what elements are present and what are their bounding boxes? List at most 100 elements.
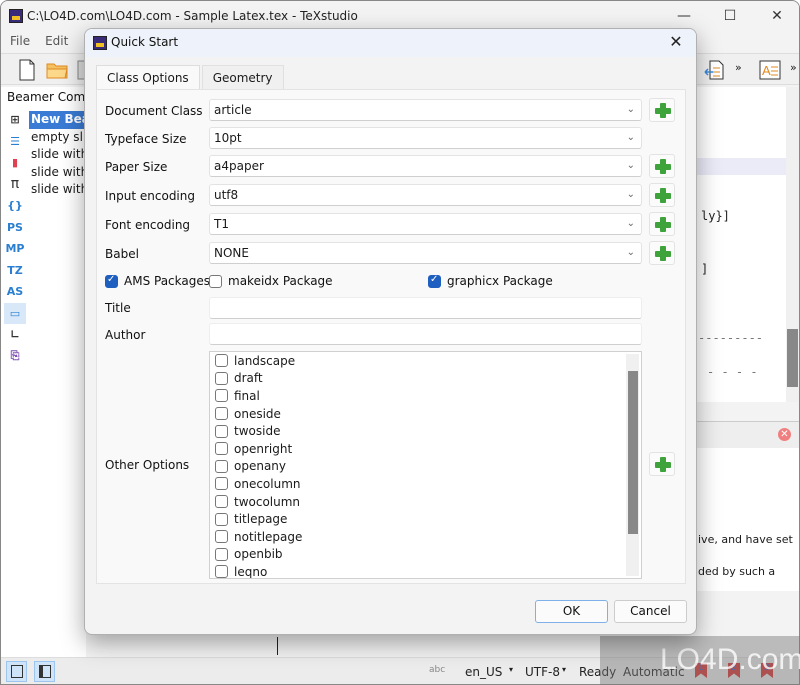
checkbox-unchecked[interactable] bbox=[215, 354, 228, 368]
asymptote-icon[interactable]: AS bbox=[4, 281, 26, 303]
close-panel-icon[interactable]: ✕ bbox=[778, 428, 791, 441]
maximize-button[interactable]: ☐ bbox=[707, 1, 753, 31]
math-symbols-icon[interactable]: π bbox=[4, 174, 26, 196]
toolbar-overflow-2[interactable]: » bbox=[790, 61, 797, 74]
checkbox-checked[interactable] bbox=[105, 274, 118, 288]
bookmark-icon[interactable]: ▮ bbox=[4, 152, 26, 174]
menu-edit[interactable]: Edit bbox=[45, 34, 68, 48]
editor-scrollbar-thumb[interactable] bbox=[787, 329, 798, 387]
checkbox-unchecked[interactable] bbox=[215, 407, 228, 421]
ams-packages-checkbox[interactable]: AMS Packages bbox=[105, 274, 210, 288]
list-item[interactable]: slide with enumerate bbox=[29, 146, 89, 164]
close-window-button[interactable]: ✕ bbox=[754, 1, 799, 31]
checkbox-unchecked[interactable] bbox=[215, 371, 228, 385]
add-document-class-button[interactable] bbox=[649, 98, 675, 122]
option-onecolumn[interactable]: onecolumn bbox=[210, 475, 641, 493]
language-selector[interactable]: en_US bbox=[465, 665, 502, 679]
insert-document-icon[interactable] bbox=[703, 58, 727, 82]
ok-button[interactable]: OK bbox=[535, 600, 608, 623]
menu-file[interactable]: File bbox=[10, 34, 30, 48]
svg-text:A: A bbox=[762, 63, 771, 78]
option-openright[interactable]: openright bbox=[210, 440, 641, 458]
checkbox-unchecked[interactable] bbox=[215, 389, 228, 403]
option-label: notitlepage bbox=[234, 529, 303, 544]
toggle-messages-button[interactable] bbox=[34, 661, 55, 682]
title-label: Title bbox=[105, 301, 131, 315]
document-class-value: article bbox=[214, 103, 252, 117]
list-item[interactable]: slide with itemize bbox=[29, 164, 89, 182]
metapost-icon[interactable]: MP bbox=[4, 238, 26, 260]
option-openany[interactable]: openany bbox=[210, 458, 641, 476]
checkbox-unchecked[interactable] bbox=[215, 424, 228, 438]
checkbox-unchecked[interactable] bbox=[209, 274, 222, 288]
axis-icon[interactable]: ∟ bbox=[4, 324, 26, 346]
quick-start-dialog: Quick Start ✕ Class Options Geometry Doc… bbox=[84, 28, 697, 635]
title-input[interactable] bbox=[209, 297, 642, 319]
text-format-icon[interactable]: A bbox=[758, 58, 782, 82]
checkbox-unchecked[interactable] bbox=[215, 477, 228, 491]
typeface-size-combo[interactable]: 10pt ⌄ bbox=[209, 127, 642, 149]
todo-list-icon[interactable]: ☰ bbox=[4, 131, 26, 153]
encoding-selector[interactable]: UTF-8 bbox=[525, 665, 560, 679]
document-class-combo[interactable]: article ⌄ bbox=[209, 99, 642, 121]
checkbox-checked[interactable] bbox=[428, 274, 441, 288]
option-twoside[interactable]: twoside bbox=[210, 422, 641, 440]
checkbox-unchecked[interactable] bbox=[215, 530, 228, 544]
checkbox-unchecked[interactable] bbox=[215, 512, 228, 526]
author-input[interactable] bbox=[209, 323, 642, 345]
add-babel-button[interactable] bbox=[649, 241, 675, 265]
spellcheck-icon[interactable]: abc bbox=[429, 665, 445, 675]
minimize-button[interactable]: — bbox=[661, 1, 707, 31]
add-input-encoding-button[interactable] bbox=[649, 183, 675, 207]
option-leqno[interactable]: leqno bbox=[210, 563, 641, 578]
option-final[interactable]: final bbox=[210, 387, 641, 405]
tab-geometry[interactable]: Geometry bbox=[201, 65, 284, 89]
script-icon[interactable]: ⎘ bbox=[4, 346, 26, 368]
checkbox-unchecked[interactable] bbox=[215, 459, 228, 473]
beamer-icon[interactable]: ▭ bbox=[4, 302, 26, 324]
structure-icon[interactable]: ⊞ bbox=[4, 109, 26, 131]
list-item[interactable]: New Beamer bbox=[29, 111, 89, 129]
option-twocolumn[interactable]: twocolumn bbox=[210, 493, 641, 511]
makeidx-package-checkbox[interactable]: makeidx Package bbox=[209, 274, 333, 288]
checkbox-unchecked[interactable] bbox=[215, 565, 228, 578]
current-line-highlight bbox=[696, 158, 786, 175]
list-item[interactable]: slide with graphics bbox=[29, 181, 89, 199]
options-scrollbar[interactable] bbox=[626, 354, 639, 576]
checkbox-unchecked[interactable] bbox=[215, 442, 228, 456]
tab-class-options[interactable]: Class Options bbox=[96, 65, 200, 89]
other-options-list[interactable]: landscape draft final oneside twoside openrig… bbox=[209, 351, 642, 579]
makeidx-package-label: makeidx Package bbox=[228, 274, 333, 288]
new-file-icon[interactable] bbox=[15, 58, 39, 82]
checkbox-unchecked[interactable] bbox=[215, 495, 228, 509]
document-class-label: Document Class bbox=[105, 104, 203, 118]
language-dropdown-icon[interactable]: ▾ bbox=[509, 665, 513, 674]
dialog-close-button[interactable]: ✕ bbox=[666, 32, 686, 51]
add-font-encoding-button[interactable] bbox=[649, 212, 675, 236]
option-oneside[interactable]: oneside bbox=[210, 405, 641, 423]
braces-icon[interactable]: {} bbox=[4, 195, 26, 217]
code-editor[interactable] bbox=[696, 87, 786, 402]
cancel-button[interactable]: Cancel bbox=[614, 600, 687, 623]
checkbox-unchecked[interactable] bbox=[215, 547, 228, 561]
input-encoding-combo[interactable]: utf8 ⌄ bbox=[209, 184, 642, 206]
open-folder-icon[interactable] bbox=[45, 58, 69, 82]
encoding-dropdown-icon[interactable]: ▾ bbox=[562, 665, 566, 674]
font-encoding-combo[interactable]: T1 ⌄ bbox=[209, 213, 642, 235]
babel-combo[interactable]: NONE ⌄ bbox=[209, 242, 642, 264]
option-openbib[interactable]: openbib bbox=[210, 546, 641, 564]
pstricks-icon[interactable]: PS bbox=[4, 217, 26, 239]
add-paper-size-button[interactable] bbox=[649, 154, 675, 178]
list-item[interactable]: empty slide bbox=[29, 129, 89, 147]
toolbar-overflow-1[interactable]: » bbox=[735, 61, 742, 74]
option-titlepage[interactable]: titlepage bbox=[210, 510, 641, 528]
paper-size-combo[interactable]: a4paper ⌄ bbox=[209, 155, 642, 177]
option-landscape[interactable]: landscape bbox=[210, 352, 641, 370]
option-draft[interactable]: draft bbox=[210, 370, 641, 388]
option-notitlepage[interactable]: notitlepage bbox=[210, 528, 641, 546]
add-option-button[interactable] bbox=[649, 452, 675, 476]
tikz-icon[interactable]: TZ bbox=[4, 260, 26, 282]
toggle-structure-button[interactable] bbox=[6, 661, 27, 682]
graphicx-package-checkbox[interactable]: graphicx Package bbox=[428, 274, 553, 288]
options-scrollbar-thumb[interactable] bbox=[628, 371, 638, 534]
